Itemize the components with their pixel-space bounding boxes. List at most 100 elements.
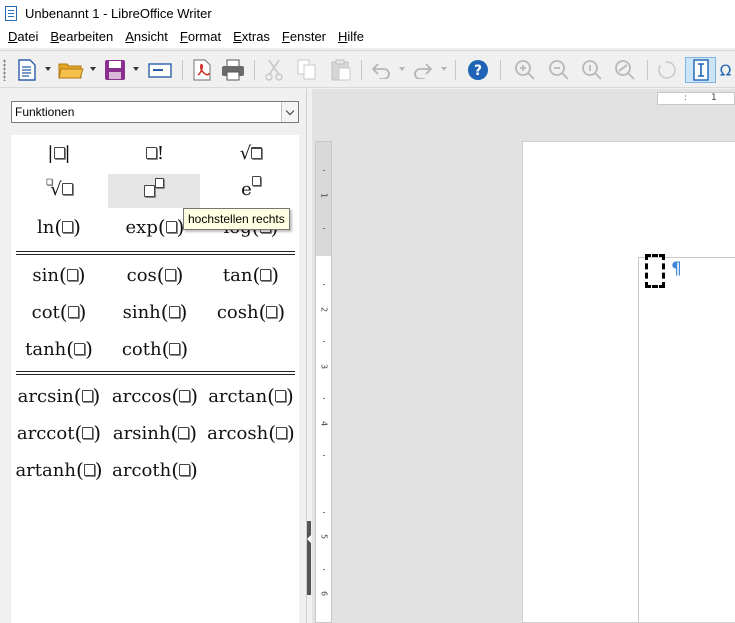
element-abs[interactable]: | | [11,136,107,170]
document-area: : 1 1 2 3 4 5 6 ¶ [312,89,735,623]
paste-icon [327,57,355,83]
arsinh-label: arsinh [112,422,171,444]
menu-hilfe[interactable]: Hilfe [332,26,370,48]
help-icon[interactable]: ? [464,57,492,83]
element-artanh[interactable]: artanh() [11,453,107,487]
save-dropdown-icon[interactable] [133,67,139,71]
element-arccos[interactable]: arccos() [107,379,203,413]
element-sin[interactable]: sin() [11,258,107,292]
sinh-label: sinh [122,301,161,323]
tan-label: tan [222,264,253,286]
undo-icon [368,57,394,83]
toolbar-separator [647,60,648,80]
symbols-icon[interactable]: Ω [719,57,735,83]
splitter-handle[interactable] [307,521,311,595]
element-arctan[interactable]: arctan() [203,379,299,413]
save-icon[interactable] [101,57,129,83]
element-factorial[interactable]: ! [107,136,203,170]
collapse-arrow-icon[interactable] [307,535,311,543]
toolbar-separator [500,60,501,80]
tanh-label: tanh [25,338,67,360]
ruler-label: 1 [711,93,717,103]
ln-label: ln [37,216,55,238]
ruler-label: 1 [319,192,329,199]
redo-icon [410,57,436,83]
title-bar: Unbenannt 1 - LibreOffice Writer [0,0,735,26]
cos-label: cos [126,264,157,286]
ruler-tick [323,341,325,342]
print-icon[interactable] [219,57,247,83]
element-tanh[interactable]: tanh() [11,332,107,366]
open-folder-icon[interactable] [56,57,86,83]
update-icon [654,57,680,83]
element-arcosh[interactable]: arcosh() [203,416,299,450]
new-document-icon[interactable] [14,57,40,83]
menu-ansicht[interactable]: Ansicht [119,26,174,48]
factorial-sign: ! [156,142,165,164]
menu-extras[interactable]: Extras [227,26,276,48]
element-nroot[interactable]: √ [11,172,107,206]
paragraph-mark: ¶ [671,259,682,279]
export-pdf-icon[interactable] [189,57,215,83]
element-arccot[interactable]: arccot() [11,416,107,450]
element-ln[interactable]: ln() [11,210,107,244]
cosh-label: cosh [216,301,259,323]
toolbar-separator [361,60,362,80]
ruler-label: 3 [319,363,329,370]
menu-bearbeiten[interactable]: Bearbeiten [44,26,119,48]
arcosh-label: arcosh [207,422,269,444]
zoom-out-icon [545,57,573,83]
element-arsinh[interactable]: arsinh() [107,416,203,450]
artanh-label: artanh [15,459,76,481]
open-dropdown-icon[interactable] [90,67,96,71]
vertical-ruler[interactable]: 1 2 3 4 5 6 [315,141,332,623]
element-arcsin[interactable]: arcsin() [11,379,107,413]
group-separator [16,251,295,255]
category-dropdown[interactable]: Funktionen [11,101,299,123]
ruler-tick [323,455,325,456]
element-cos[interactable]: cos() [107,258,203,292]
menu-datei[interactable]: Datei [2,26,44,48]
element-exp-e[interactable]: e [203,172,299,206]
toolbar-separator [455,60,456,80]
element-arcoth[interactable]: arcoth() [107,453,203,487]
menu-format[interactable]: Format [174,26,227,48]
ruler-tick [323,512,325,513]
ruler-label: 2 [319,306,329,313]
group-separator [16,371,295,375]
element-sqrt[interactable]: √ [203,136,299,170]
new-dropdown-icon[interactable] [45,67,51,71]
text-boundary [638,257,639,623]
copy-icon [294,57,320,83]
ruler-tick: : [684,93,688,103]
svg-text:?: ? [474,63,482,79]
window-title: Unbenannt 1 - LibreOffice Writer [25,5,212,21]
element-cosh[interactable]: cosh() [203,295,299,329]
element-sinh[interactable]: sinh() [107,295,203,329]
chevron-down-icon[interactable] [281,102,298,122]
toolbar-separator [182,60,183,80]
horizontal-ruler[interactable]: : 1 [657,92,735,105]
formula-object[interactable] [645,254,665,288]
email-document-icon[interactable] [146,57,174,83]
document-page[interactable]: ¶ [522,141,735,623]
standard-toolbar: ? Ω [0,50,735,88]
arctan-label: arctan [208,385,268,407]
element-superscript-right[interactable] [108,174,200,208]
e-sign: e [241,178,252,200]
zoom-100-icon [578,57,606,83]
formula-cursor-icon[interactable] [685,57,716,83]
tooltip: hochstellen rechts [183,208,290,230]
show-all-icon [611,57,639,83]
element-coth[interactable]: coth() [107,332,203,366]
element-tan[interactable]: tan() [203,258,299,292]
menu-fenster[interactable]: Fenster [276,26,332,48]
svg-text:Ω: Ω [720,62,732,80]
ruler-tick [323,569,325,570]
toolbar-separator [254,60,255,80]
element-cot[interactable]: cot() [11,295,107,329]
menu-bar: Datei Bearbeiten Ansicht Format Extras F… [0,26,735,48]
toolbar-grip[interactable] [3,59,6,81]
cot-label: cot [31,301,60,323]
coth-label: coth [121,338,162,360]
